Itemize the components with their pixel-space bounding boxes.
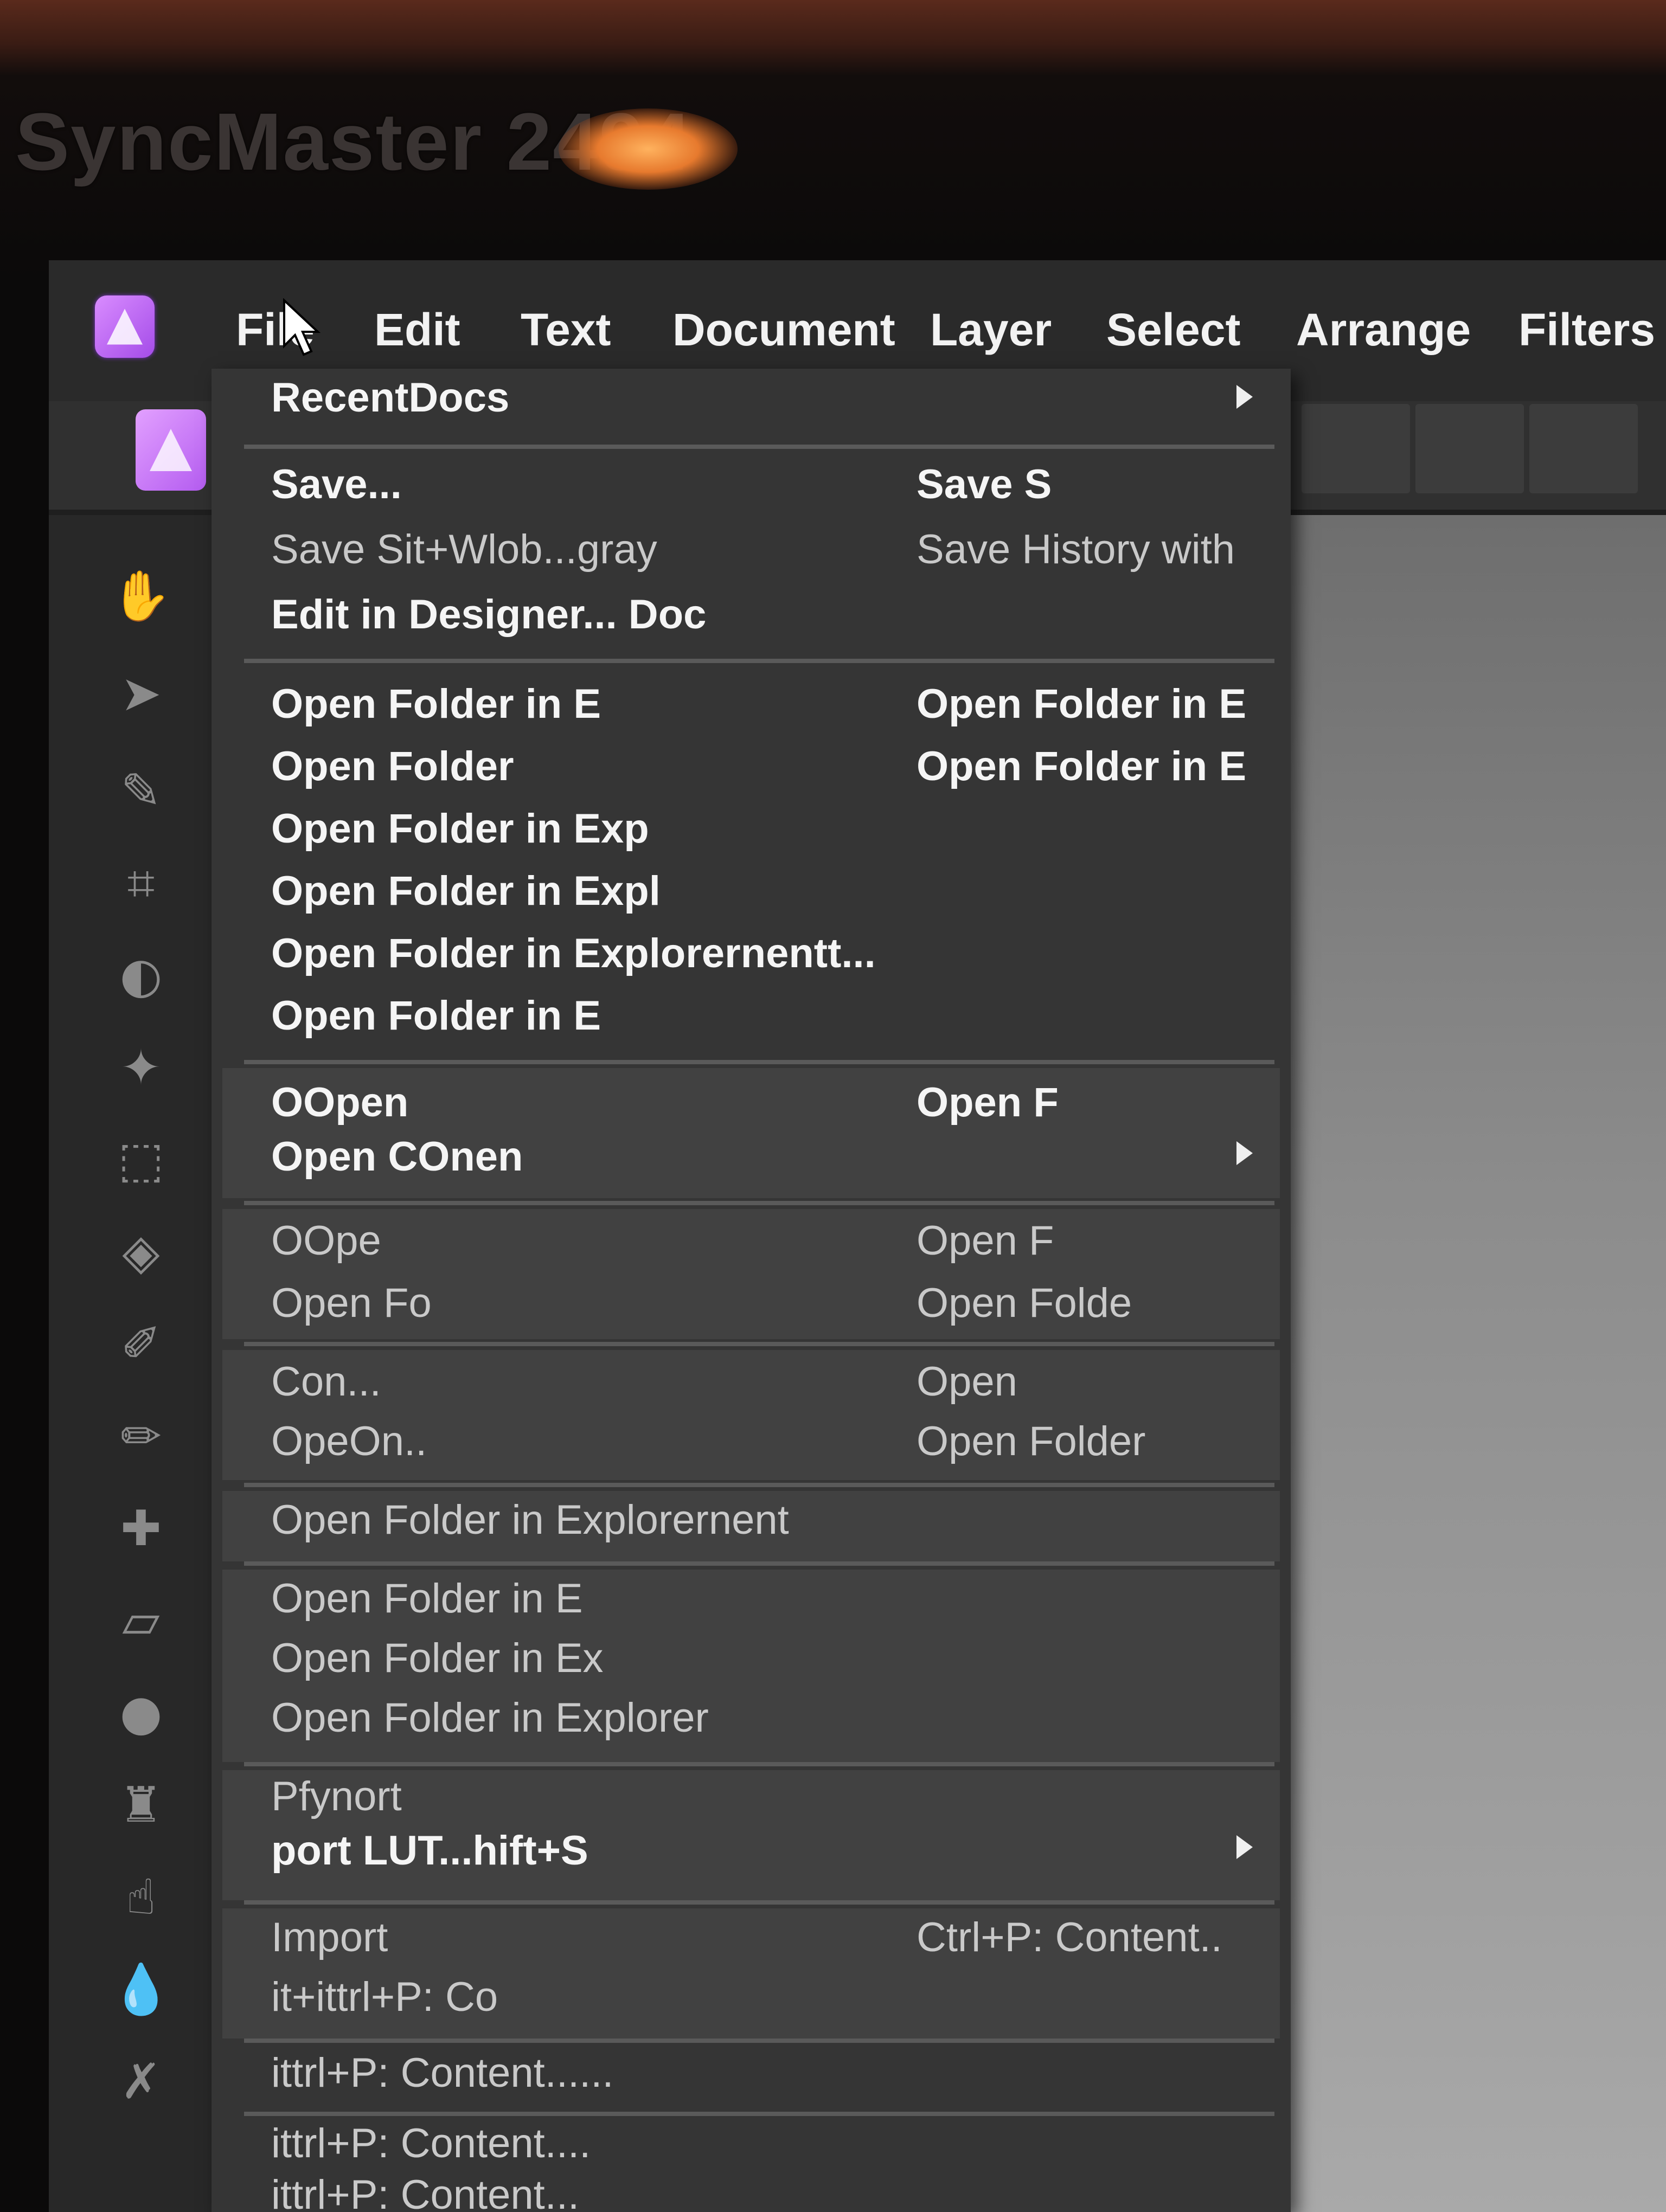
clone-stamp-icon[interactable]: ♜ xyxy=(108,1773,174,1838)
menu-arrange[interactable]: Arrange xyxy=(1296,304,1471,356)
menu-separator xyxy=(244,445,1274,449)
magic-wand-icon[interactable]: ✦ xyxy=(108,1036,174,1101)
menu-separator xyxy=(244,1561,1274,1566)
menu-separator xyxy=(244,659,1274,663)
sharpen-tool-icon[interactable]: ✗ xyxy=(108,2049,174,2114)
submenu-arrow-icon xyxy=(1236,385,1253,409)
file-menu-dropdown: RecentDocs Save... Save S Save Sit+Wlob.… xyxy=(212,369,1291,2212)
menu-item-shortcut: Open Folder xyxy=(917,1418,1146,1464)
menu-separator xyxy=(244,1483,1274,1487)
menu-item-open[interactable]: Open Fo xyxy=(271,1279,432,1327)
crop-tool-icon[interactable]: ⌗ xyxy=(108,851,174,916)
menu-item-export[interactable]: Pfynort xyxy=(271,1773,402,1820)
menu-item-shortcut: Save S xyxy=(917,461,1052,507)
menu-item-open-folder[interactable]: Open Folder xyxy=(271,743,514,790)
menu-separator xyxy=(244,1201,1274,1205)
toolbar-button[interactable] xyxy=(1302,404,1410,493)
menu-item-shortcut: Open F xyxy=(917,1079,1059,1126)
menu-item-save[interactable]: Save... xyxy=(271,461,402,508)
menu-document[interactable]: Document xyxy=(672,304,895,356)
menu-item-open-folder[interactable]: Open Folder in Explorernent xyxy=(271,1496,789,1544)
mouse-cursor-icon xyxy=(283,298,321,356)
menu-item-import[interactable]: Import xyxy=(271,1914,388,1961)
canvas-area[interactable] xyxy=(1274,515,1666,2212)
menu-item-print[interactable]: ittrl+P: Content...... xyxy=(271,2049,614,2097)
light-glare xyxy=(559,108,738,190)
submenu-arrow-icon xyxy=(1236,1835,1253,1859)
menu-item-shortcut: Open F xyxy=(917,1218,1054,1264)
smudge-tool-icon[interactable]: ☝ xyxy=(108,1865,174,1930)
menu-separator xyxy=(244,1342,1274,1346)
pencil-tool-icon[interactable]: ✏ xyxy=(108,1404,174,1469)
menu-separator xyxy=(244,1060,1274,1064)
menu-item-open-folder[interactable]: Open Folder in E xyxy=(271,1575,583,1622)
menu-item-close[interactable]: Con... xyxy=(271,1358,381,1405)
menu-item-shortcut: Open Folder in E xyxy=(917,743,1247,789)
healing-brush-icon[interactable]: ✚ xyxy=(108,1496,174,1561)
move-tool-icon[interactable]: ➤ xyxy=(108,661,174,726)
menu-separator xyxy=(244,1762,1274,1766)
menu-item-open-folder[interactable]: Open Folder in Ex xyxy=(271,1635,604,1682)
menu-text[interactable]: Text xyxy=(521,304,611,356)
menu-item-open-folder[interactable]: Open Folder in Exp xyxy=(271,805,649,852)
menu-item-open-folder[interactable]: Open Folder in Expl xyxy=(271,867,661,915)
menu-separator xyxy=(244,2039,1274,2043)
dodge-tool-icon[interactable]: ● xyxy=(108,1681,174,1746)
menu-item-open-folder[interactable]: Open Folder in Explorernentt... xyxy=(271,930,876,977)
eraser-tool-icon[interactable]: ▱ xyxy=(108,1589,174,1654)
app-logo-icon[interactable] xyxy=(95,295,155,358)
tools-panel: ✋ ➤ ✎ ⌗ ◐ ✦ ⬚ ◈ ✐ ✏ ✚ ▱ ● ♜ ☝ 💧 ✗ xyxy=(49,515,222,2212)
menu-item-print[interactable]: ittrl+P: Content.... xyxy=(271,2120,591,2167)
menu-item-open-folder[interactable]: Open Folder in E xyxy=(271,992,601,1039)
hand-tool-icon[interactable]: ✋ xyxy=(108,564,174,629)
menu-separator xyxy=(244,1900,1274,1905)
menu-item-export-lut[interactable]: port LUT...hift+S xyxy=(271,1827,588,1874)
brush-tool-icon[interactable]: ◐ xyxy=(108,943,174,1008)
menu-item-shortcut: Save History with xyxy=(917,526,1235,573)
toolbar-button[interactable] xyxy=(1415,404,1524,493)
menu-item-shortcut: Ctrl+P: Content.. xyxy=(917,1914,1222,1960)
menu-edit[interactable]: Edit xyxy=(374,304,460,356)
menu-item-shortcut: Open Folder in E xyxy=(917,681,1247,727)
fill-tool-icon[interactable]: ◈ xyxy=(108,1220,174,1285)
menu-item-import[interactable]: it+ittrl+P: Co xyxy=(271,1973,498,2021)
app-window: File Edit Text Document Layer Select Arr… xyxy=(49,260,1666,2212)
menu-item-open-folder[interactable]: Open Folder in E xyxy=(271,680,601,728)
menu-filters[interactable]: Filters xyxy=(1518,304,1655,356)
color-picker-icon[interactable]: ✎ xyxy=(108,759,174,824)
menu-item-print[interactable]: ittrl+P: Content... xyxy=(271,2171,579,2212)
menu-item-open[interactable]: OOpe xyxy=(271,1217,381,1264)
menu-layer[interactable]: Layer xyxy=(930,304,1052,356)
menu-item-close[interactable]: OpeOn.. xyxy=(271,1418,427,1465)
paint-brush-icon[interactable]: ✐ xyxy=(108,1312,174,1377)
menu-item-shortcut: Open Folde xyxy=(917,1280,1132,1326)
menu-select[interactable]: Select xyxy=(1106,304,1241,356)
menu-item-edit-in-designer[interactable]: Edit in Designer... Doc xyxy=(271,591,706,638)
menu-item-open[interactable]: OOpen xyxy=(271,1079,408,1126)
toolbar-button[interactable] xyxy=(1529,404,1638,493)
blur-tool-icon[interactable]: 💧 xyxy=(108,1957,174,2022)
submenu-arrow-icon xyxy=(1236,1141,1253,1165)
menu-item-shortcut: Open xyxy=(917,1359,1017,1405)
menu-separator xyxy=(244,2112,1274,2116)
menu-item-recent[interactable]: RecentDocs xyxy=(271,374,509,421)
menu-item-save-history[interactable]: Save Sit+Wlob...gray xyxy=(271,526,657,573)
menu-item-open-folder[interactable]: Open Folder in Explorer xyxy=(271,1694,709,1741)
menu-item-open-recent[interactable]: Open COnen xyxy=(271,1133,523,1180)
photo-persona-icon[interactable] xyxy=(136,409,206,491)
marquee-tool-icon[interactable]: ⬚ xyxy=(108,1128,174,1193)
